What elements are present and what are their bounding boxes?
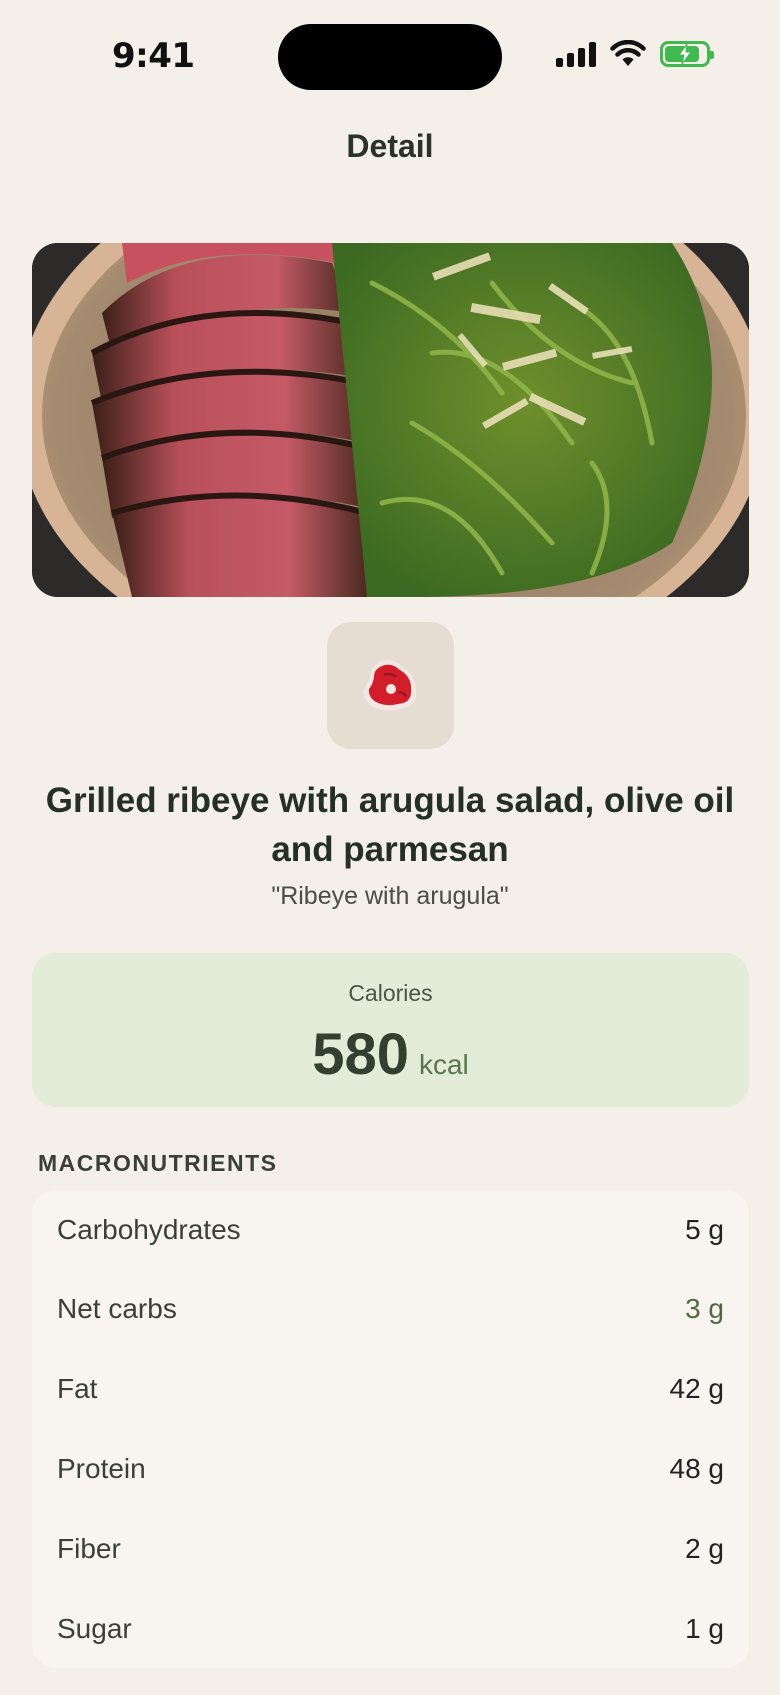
food-category-badge bbox=[327, 622, 454, 749]
macro-row-fiber: Fiber 2 g bbox=[57, 1509, 724, 1589]
macro-value: 1 g bbox=[685, 1613, 724, 1644]
food-photo bbox=[32, 243, 749, 597]
macro-label: Fat bbox=[57, 1373, 98, 1404]
steak-icon bbox=[363, 659, 416, 711]
macro-label: Net carbs bbox=[57, 1293, 177, 1324]
macro-value: 5 g bbox=[685, 1213, 724, 1245]
macronutrients-heading: MACRONUTRIENTS bbox=[38, 1150, 278, 1176]
macro-row-carbohydrates: Carbohydrates 5 g bbox=[57, 1190, 724, 1269]
macro-label: Protein bbox=[57, 1453, 146, 1484]
macro-row-net-carbs: Net carbs 3 g bbox=[57, 1269, 724, 1349]
battery-charging-icon bbox=[660, 41, 714, 67]
macronutrients-list: Carbohydrates 5 g Net carbs 3 g Fat 42 g… bbox=[32, 1190, 749, 1668]
page-title: Detail bbox=[346, 128, 434, 164]
cellular-signal-icon bbox=[556, 41, 596, 67]
macro-row-fat: Fat 42 g bbox=[57, 1349, 724, 1429]
status-time: 9:41 bbox=[112, 36, 195, 76]
status-icons bbox=[556, 40, 714, 68]
dynamic-island bbox=[278, 24, 502, 90]
calories-value: 580 bbox=[312, 1022, 409, 1087]
macro-label: Sugar bbox=[57, 1613, 132, 1644]
food-name: Grilled ribeye with arugula salad, olive… bbox=[45, 781, 735, 869]
calories-card: Calories 580 kcal bbox=[32, 953, 749, 1107]
macro-row-sugar: Sugar 1 g bbox=[57, 1589, 724, 1669]
calories-unit: kcal bbox=[418, 1049, 469, 1080]
macro-value: 42 g bbox=[669, 1373, 725, 1404]
status-bar: 9:41 bbox=[0, 0, 780, 110]
macro-value: 2 g bbox=[685, 1533, 724, 1564]
macro-label: Fiber bbox=[57, 1533, 121, 1564]
macro-value: 48 g bbox=[669, 1453, 725, 1484]
calories-value-row: 580 kcal bbox=[32, 1021, 749, 1088]
food-short-name: "Ribeye with arugula" bbox=[271, 882, 509, 910]
macro-label: Carbohydrates bbox=[57, 1213, 241, 1245]
macro-row-protein: Protein 48 g bbox=[57, 1429, 724, 1509]
calories-label: Calories bbox=[348, 980, 433, 1006]
wifi-icon bbox=[610, 40, 646, 66]
macro-value: 3 g bbox=[685, 1293, 724, 1324]
